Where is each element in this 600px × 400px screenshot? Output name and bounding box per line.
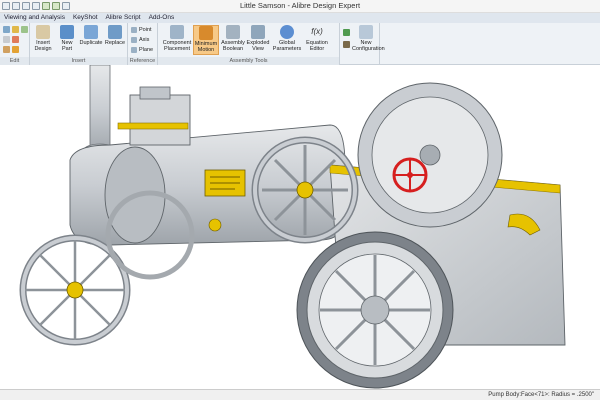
- group-label-assembly-tools: Assembly Tools: [158, 57, 339, 65]
- group-label-reference: Reference: [128, 57, 157, 65]
- point-button[interactable]: Point: [131, 25, 152, 34]
- tab-keyshot[interactable]: KeyShot: [69, 13, 102, 23]
- axis-button[interactable]: Axis: [131, 35, 149, 44]
- mirror-icon[interactable]: [12, 46, 19, 53]
- new-configuration-button[interactable]: New Configuration: [352, 25, 385, 55]
- minimum-motion-button[interactable]: Minimum Motion: [193, 25, 219, 55]
- axis-icon: [131, 36, 137, 43]
- ribbon: Edit Insert Design New Part Duplicate Re…: [0, 23, 600, 65]
- equation-editor-icon: f(x): [311, 27, 323, 36]
- tab-viewing-and-analysis[interactable]: Viewing and Analysis: [0, 13, 69, 23]
- window-title: Little Samson - Alibre Design Expert: [239, 1, 361, 10]
- plane-button[interactable]: Plane: [131, 45, 153, 54]
- group-label-insert: Insert: [30, 57, 127, 65]
- status-text: Pump Body:Face<71>: Radius = .2500": [488, 392, 594, 398]
- duplicate-button[interactable]: Duplicate: [78, 25, 104, 55]
- traction-engine-model: [19, 65, 566, 389]
- copy-icon[interactable]: [3, 36, 10, 43]
- delete-icon[interactable]: [12, 36, 19, 43]
- move-icon[interactable]: [12, 26, 19, 33]
- ribbon-group-reference: Point Axis Plane Reference: [128, 23, 158, 65]
- plane-icon: [131, 46, 137, 53]
- replace-button[interactable]: Replace: [103, 25, 127, 55]
- exploded-view-button[interactable]: Exploded View: [246, 25, 270, 55]
- exploded-view-icon: [251, 25, 265, 39]
- brass-rail: [117, 122, 189, 130]
- chimney: [89, 65, 111, 156]
- minimum-motion-icon: [199, 26, 213, 40]
- duplicate-icon: [84, 25, 98, 39]
- global-parameters-icon: [280, 25, 294, 39]
- check-icon[interactable]: [21, 26, 28, 33]
- menu-bar: Viewing and Analysis KeyShot Alibre Scri…: [0, 13, 600, 23]
- component-placement-button[interactable]: Component Placement: [162, 25, 192, 55]
- brass-fitting: [208, 218, 222, 232]
- status-bar: Pump Body:Face<71>: Radius = .2500": [0, 389, 600, 400]
- tab-alibre-script[interactable]: Alibre Script: [102, 13, 145, 23]
- rear-wheel: [357, 82, 503, 228]
- select-icon[interactable]: [3, 26, 10, 33]
- tab-add-ons[interactable]: Add-Ons: [145, 13, 179, 23]
- new-part-button[interactable]: New Part: [56, 25, 78, 55]
- red-valve-wheel: [392, 157, 428, 193]
- new-configuration-icon: [359, 25, 373, 39]
- flywheel: [251, 136, 359, 244]
- ribbon-group-insert: Insert Design New Part Duplicate Replace…: [30, 23, 128, 65]
- group-label-edit: Edit: [0, 57, 29, 65]
- config-icon[interactable]: [343, 29, 350, 36]
- replace-icon: [108, 25, 122, 39]
- assembly-boolean-button[interactable]: Assembly Boolean: [220, 25, 246, 55]
- title-bar: Little Samson - Alibre Design Expert: [0, 0, 600, 13]
- ribbon-group-edit: Edit: [0, 23, 30, 65]
- component-placement-icon: [170, 25, 184, 39]
- assembly-boolean-icon: [226, 25, 240, 39]
- ribbon-group-configuration: New Configuration: [340, 23, 385, 65]
- drive-wheel: [296, 231, 454, 389]
- config-list-icon[interactable]: [343, 41, 350, 48]
- new-part-icon: [60, 25, 74, 39]
- insert-design-icon: [36, 25, 50, 39]
- pattern-icon[interactable]: [3, 46, 10, 53]
- ribbon-group-assembly-tools: Component Placement Minimum Motion Assem…: [158, 23, 340, 65]
- point-icon: [131, 26, 137, 33]
- insert-design-button[interactable]: Insert Design: [30, 25, 56, 55]
- global-parameters-button[interactable]: Global Parameters: [272, 25, 302, 55]
- cylinder-block: [129, 94, 191, 146]
- model-viewport[interactable]: [0, 65, 600, 389]
- equation-editor-button[interactable]: f(x) Equation Editor: [303, 25, 331, 55]
